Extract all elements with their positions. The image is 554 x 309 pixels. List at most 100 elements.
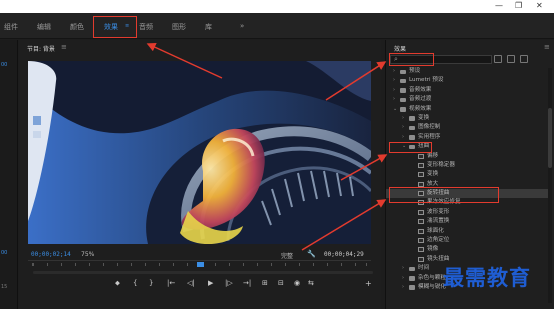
workspace-tab-editing[interactable]: 编辑 <box>37 22 51 32</box>
mark-in-button[interactable]: { <box>133 279 137 287</box>
effect-item-row[interactable]: 波形变形 <box>386 208 552 217</box>
effects-folder-row[interactable]: › 实用程序 <box>386 133 552 142</box>
tree-item-label: 音频过渡 <box>409 96 432 103</box>
chevron-right-icon[interactable]: › <box>402 264 404 273</box>
mark-out-button[interactable]: } <box>149 279 153 287</box>
effects-folder-row[interactable]: ⌄ 视频效果 <box>386 105 552 114</box>
chevron-right-icon[interactable]: › <box>402 133 404 142</box>
workspace-tab-graphics[interactable]: 图形 <box>172 22 186 32</box>
effect-icon <box>418 219 424 225</box>
playhead-marker[interactable] <box>197 262 204 267</box>
chevron-right-icon[interactable]: › <box>393 95 395 104</box>
play-button[interactable]: ▶ <box>208 279 213 287</box>
effects-scrollbar[interactable] <box>548 68 552 303</box>
tree-item-label: 音频效果 <box>409 86 432 93</box>
yuv-effects-icon[interactable] <box>520 55 528 63</box>
settings-wrench-icon[interactable]: 🔧 <box>307 250 316 258</box>
effect-icon <box>418 228 424 234</box>
tree-item-label: 杂色与颗粒 <box>418 274 446 281</box>
effect-icon <box>418 172 424 178</box>
workspace-tab-assembly[interactable]: 组件 <box>4 22 18 32</box>
effect-item-row[interactable]: 变换 <box>386 170 552 179</box>
left-strip-label: 00 <box>1 250 8 256</box>
accelerated-effects-icon[interactable] <box>494 55 502 63</box>
32bit-effects-icon[interactable] <box>507 55 515 63</box>
chevron-right-icon[interactable]: › <box>402 283 404 292</box>
effect-item-row[interactable]: 湍流置换 <box>386 217 552 226</box>
effect-icon <box>418 209 424 215</box>
tree-item-label: 变形稳定器 <box>427 161 455 168</box>
annotation-box-distort-folder <box>389 142 432 153</box>
effect-icon <box>418 247 424 253</box>
chevron-right-icon[interactable]: › <box>393 86 395 95</box>
folder-icon <box>400 69 406 74</box>
folder-icon <box>409 266 415 272</box>
tree-item-label: 波形变形 <box>427 208 450 215</box>
chevron-right-icon[interactable]: › <box>393 76 395 85</box>
playback-resolution-select[interactable]: 完整 <box>281 251 293 260</box>
effects-folder-row[interactable]: › 音频过渡 <box>386 95 552 104</box>
effect-item-row[interactable]: 变形稳定器 <box>386 161 552 170</box>
compare-view-button[interactable]: ⇆ <box>308 279 314 287</box>
chevron-right-icon[interactable]: › <box>393 67 395 76</box>
effects-folder-row[interactable]: › 音频效果 <box>386 86 552 95</box>
program-panel-menu-icon[interactable]: ≡ <box>61 43 67 51</box>
folder-icon <box>400 88 406 93</box>
workspace-tab-audio[interactable]: 音频 <box>139 22 153 32</box>
program-monitor-panel: 节目: 背景 ≡ 00;00;02;14 75% 完整 🔧 00;00;04;2… <box>19 40 381 309</box>
effects-panel-menu-icon[interactable]: ≡ <box>544 43 550 51</box>
add-marker-button[interactable]: ⬥ <box>115 279 120 288</box>
folder-icon <box>409 135 415 140</box>
tree-item-label: 实用程序 <box>418 133 441 140</box>
current-timecode[interactable]: 00;00;02;14 <box>31 251 71 258</box>
annotation-box-effects-tab <box>93 16 137 38</box>
effects-folder-row[interactable]: › 预设 <box>386 67 552 76</box>
tree-item-label: 预设 <box>409 68 421 74</box>
step-back-button[interactable]: ◁| <box>187 279 195 287</box>
tree-item-label: 球面化 <box>427 227 444 234</box>
left-strip-label: 00 <box>1 62 8 68</box>
left-strip-label: 15 <box>1 284 8 290</box>
tree-item-label: 变换 <box>418 114 430 121</box>
annotation-box-search <box>389 53 434 66</box>
program-video-frame[interactable] <box>28 61 371 244</box>
lift-button[interactable]: ⊞ <box>262 279 268 287</box>
folder-icon <box>400 97 406 103</box>
zoom-level-select[interactable]: 75% <box>81 251 94 258</box>
workspace-tab-libraries[interactable]: 库 <box>205 22 212 32</box>
effect-icon <box>418 238 424 244</box>
watermark-text: 最需教育 <box>443 266 531 290</box>
close-button[interactable]: ✕ <box>536 1 543 11</box>
effects-panel-title[interactable]: 效果 <box>394 44 406 53</box>
chevron-down-icon[interactable]: ⌄ <box>393 105 397 114</box>
effect-icon <box>418 153 424 159</box>
chevron-right-icon[interactable]: › <box>402 123 404 132</box>
tree-item-label: Lumetri 预设 <box>409 77 444 84</box>
export-frame-button[interactable]: ◉ <box>294 279 300 287</box>
minimize-button[interactable]: — <box>495 1 503 11</box>
effect-item-row[interactable]: 边角定位 <box>386 236 552 245</box>
button-editor-plus[interactable]: + <box>365 279 372 288</box>
tree-item-label: 镜像 <box>427 246 439 253</box>
program-panel-title[interactable]: 节目: 背景 <box>27 44 55 53</box>
effects-folder-row[interactable]: › 变换 <box>386 114 552 123</box>
folder-icon <box>409 285 415 290</box>
folder-icon <box>409 125 415 131</box>
go-to-in-button[interactable]: |← <box>167 279 175 287</box>
maximize-button[interactable]: ❐ <box>515 1 522 11</box>
effects-folder-row[interactable]: › Lumetri 预设 <box>386 76 552 85</box>
annotation-box-twirl-effect <box>389 187 499 203</box>
zoom-scrollbar[interactable] <box>33 271 373 274</box>
step-forward-button[interactable]: |▷ <box>225 279 233 287</box>
folder-icon <box>409 276 415 281</box>
go-to-out-button[interactable]: →| <box>243 279 251 287</box>
effect-item-row[interactable]: 镜像 <box>386 245 552 254</box>
extract-button[interactable]: ⊟ <box>278 279 284 287</box>
effects-folder-row[interactable]: › 图像控制 <box>386 123 552 132</box>
left-panel-strip: 00 00 15 <box>0 40 18 309</box>
chevron-right-icon[interactable]: › <box>402 274 404 283</box>
workspace-more-icon[interactable]: » <box>240 22 244 30</box>
chevron-right-icon[interactable]: › <box>402 114 404 123</box>
effect-item-row[interactable]: 球面化 <box>386 227 552 236</box>
workspace-tab-color[interactable]: 颜色 <box>70 22 84 32</box>
